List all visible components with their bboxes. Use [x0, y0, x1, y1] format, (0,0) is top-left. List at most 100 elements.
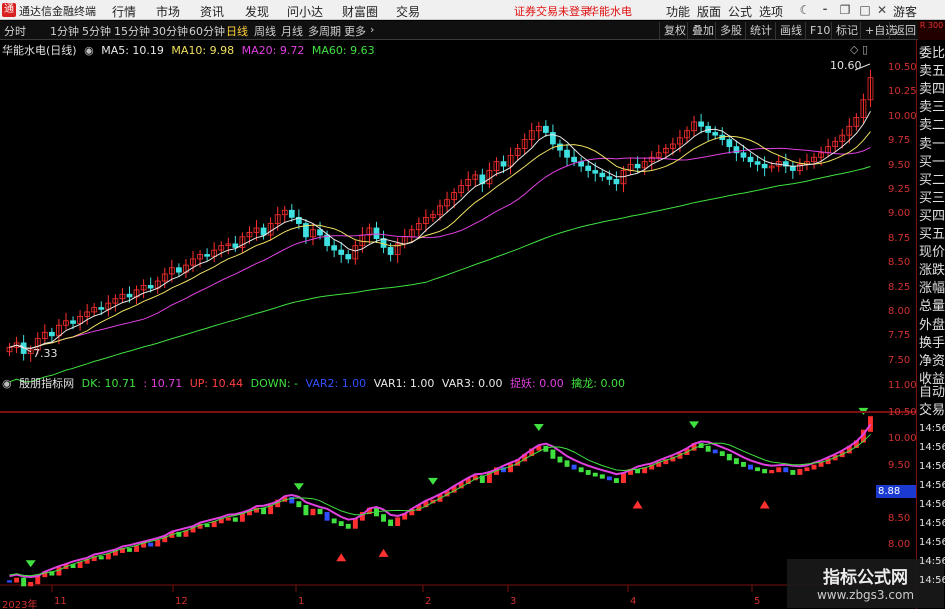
period-daily[interactable]: 日线 [226, 23, 248, 39]
indicator-bar [395, 517, 401, 527]
side-item[interactable]: 买五 [919, 225, 945, 244]
btn-huaxian[interactable]: 画线 [775, 22, 806, 39]
btn-back[interactable]: 返回 [889, 22, 920, 39]
side-item[interactable]: 卖一 [919, 135, 945, 154]
period-fenshi[interactable]: 分时 [4, 23, 26, 39]
side-item[interactable]: 卖二 [919, 116, 945, 135]
candle-body [542, 125, 549, 133]
menu-shichang[interactable]: 市场 [156, 3, 180, 20]
menu-gongneng[interactable]: 功能 [666, 3, 690, 20]
minimize-icon[interactable]: ⁃ [816, 1, 834, 19]
chart-frame[interactable]: 华能水电(日线) ◉ MA5: 10.19 MA10: 9.98 MA20: 9… [0, 40, 917, 609]
indicator-bar [621, 472, 626, 483]
side-item[interactable]: 卖五 [919, 62, 945, 81]
menu-jiaoyi[interactable]: 交易 [396, 3, 420, 20]
buy-signal-icon [336, 553, 347, 562]
indicator-bar [740, 461, 746, 467]
tick-time: 14:56 [919, 461, 945, 472]
price-axis-label: 8.75 [888, 232, 911, 244]
side-item[interactable]: 卖四 [919, 80, 945, 99]
indicator-bar [769, 470, 775, 474]
side-trade-item[interactable]: 自动 [919, 383, 945, 402]
date-axis-label: 3 [510, 596, 517, 607]
maximize-icon[interactable]: □ [856, 1, 874, 19]
price-axis-label: 8.25 [888, 281, 911, 293]
indicator-bar [712, 449, 718, 454]
menu-wenxiaoda[interactable]: 问小达 [287, 3, 323, 20]
guest-user[interactable]: 游客 [893, 3, 917, 20]
indicator-bar [324, 512, 330, 521]
buy-signal-icon [632, 500, 643, 509]
side-item[interactable]: 净资 [919, 352, 945, 371]
side-item[interactable]: 卖三 [919, 98, 945, 117]
period-30min[interactable]: 30分钟 [152, 23, 188, 39]
ma10-line [9, 131, 871, 349]
btn-fuquan[interactable]: 复权 [659, 22, 690, 39]
indicator-bar [726, 453, 732, 461]
period-15min[interactable]: 15分钟 [114, 23, 150, 39]
indicator-axis-label: 10.50 [888, 406, 917, 418]
period-60min[interactable]: 60分钟 [189, 23, 225, 39]
date-axis-label: 5 [754, 596, 761, 607]
menu-caifuquan[interactable]: 财富圈 [342, 3, 378, 20]
menu-zixun[interactable]: 资讯 [200, 3, 224, 20]
menu-banmian[interactable]: 版面 [697, 3, 721, 20]
price-axis-label: 9.00 [888, 208, 911, 220]
side-top-label[interactable]: R 300 [918, 21, 945, 40]
period-1min[interactable]: 1分钟 [50, 23, 79, 39]
indicator-bar [868, 416, 873, 432]
menu-faxian[interactable]: 发现 [245, 3, 269, 20]
btn-f10[interactable]: F10 [805, 22, 834, 39]
indicator-bar [345, 523, 351, 529]
tick-time: 14:56 [919, 480, 945, 491]
side-item[interactable]: 委比 [919, 44, 945, 63]
btn-duogu[interactable]: 多股 [715, 22, 746, 39]
period-more[interactable]: 更多 [344, 23, 366, 39]
diamond-icon[interactable]: ◇ ▯ [850, 43, 868, 56]
side-item[interactable]: 涨幅 [919, 279, 945, 298]
ma5-line [9, 111, 871, 349]
side-item[interactable]: 外盘 [919, 316, 945, 335]
menu-xuanxiang[interactable]: 选项 [759, 3, 783, 20]
more-chevron-icon[interactable]: › [370, 23, 374, 36]
indicator-bar [303, 505, 309, 516]
btn-tongji[interactable]: 统计 [745, 22, 776, 39]
indicator-bar [755, 467, 761, 472]
panel-divider[interactable] [0, 411, 917, 413]
indicator-bar [28, 581, 34, 587]
side-item[interactable]: 买二 [919, 171, 945, 190]
indicator-bar [155, 540, 161, 547]
candle-body [345, 254, 352, 260]
restore-icon[interactable]: ❐ [836, 1, 854, 19]
indicator-bar [381, 514, 387, 522]
side-item[interactable]: 买一 [919, 153, 945, 172]
tick-time: 14:56 [919, 518, 945, 529]
menu-gongshi[interactable]: 公式 [728, 3, 752, 20]
side-item[interactable]: 买三 [919, 189, 945, 208]
menu-hangqing[interactable]: 行情 [112, 3, 136, 20]
ind-up: UP: 10.44 [189, 377, 244, 390]
side-trade-item[interactable]: 交易 [919, 401, 945, 420]
btn-biaoji[interactable]: 标记 [831, 22, 862, 39]
side-item[interactable]: 现价 [919, 243, 945, 262]
btn-diejia[interactable]: 叠加 [687, 22, 718, 39]
chart-canvas[interactable] [0, 40, 917, 609]
settings-circle-icon[interactable]: ◉ [84, 44, 94, 57]
candle-body [564, 149, 570, 158]
indicator-bar [225, 517, 231, 521]
skin-icon[interactable]: ☾ [796, 1, 814, 19]
indicator-settings-icon[interactable]: ◉ [2, 377, 12, 390]
period-5min[interactable]: 5分钟 [82, 23, 111, 39]
side-item[interactable]: 总量 [919, 297, 945, 316]
price-axis-label: 10.00 [888, 110, 917, 122]
side-item[interactable]: 换手 [919, 334, 945, 353]
login-status[interactable]: 证券交易未登录 [514, 3, 591, 19]
side-item[interactable]: 买四 [919, 207, 945, 226]
close-icon[interactable]: ✕ [873, 1, 891, 19]
side-item[interactable]: 涨跌 [919, 261, 945, 280]
indicator-axis-label: 11.00 [888, 380, 917, 391]
period-multi[interactable]: 多周期 [308, 23, 341, 39]
candle-body [70, 320, 76, 324]
period-weekly[interactable]: 周线 [254, 23, 276, 39]
period-monthly[interactable]: 月线 [281, 23, 303, 39]
